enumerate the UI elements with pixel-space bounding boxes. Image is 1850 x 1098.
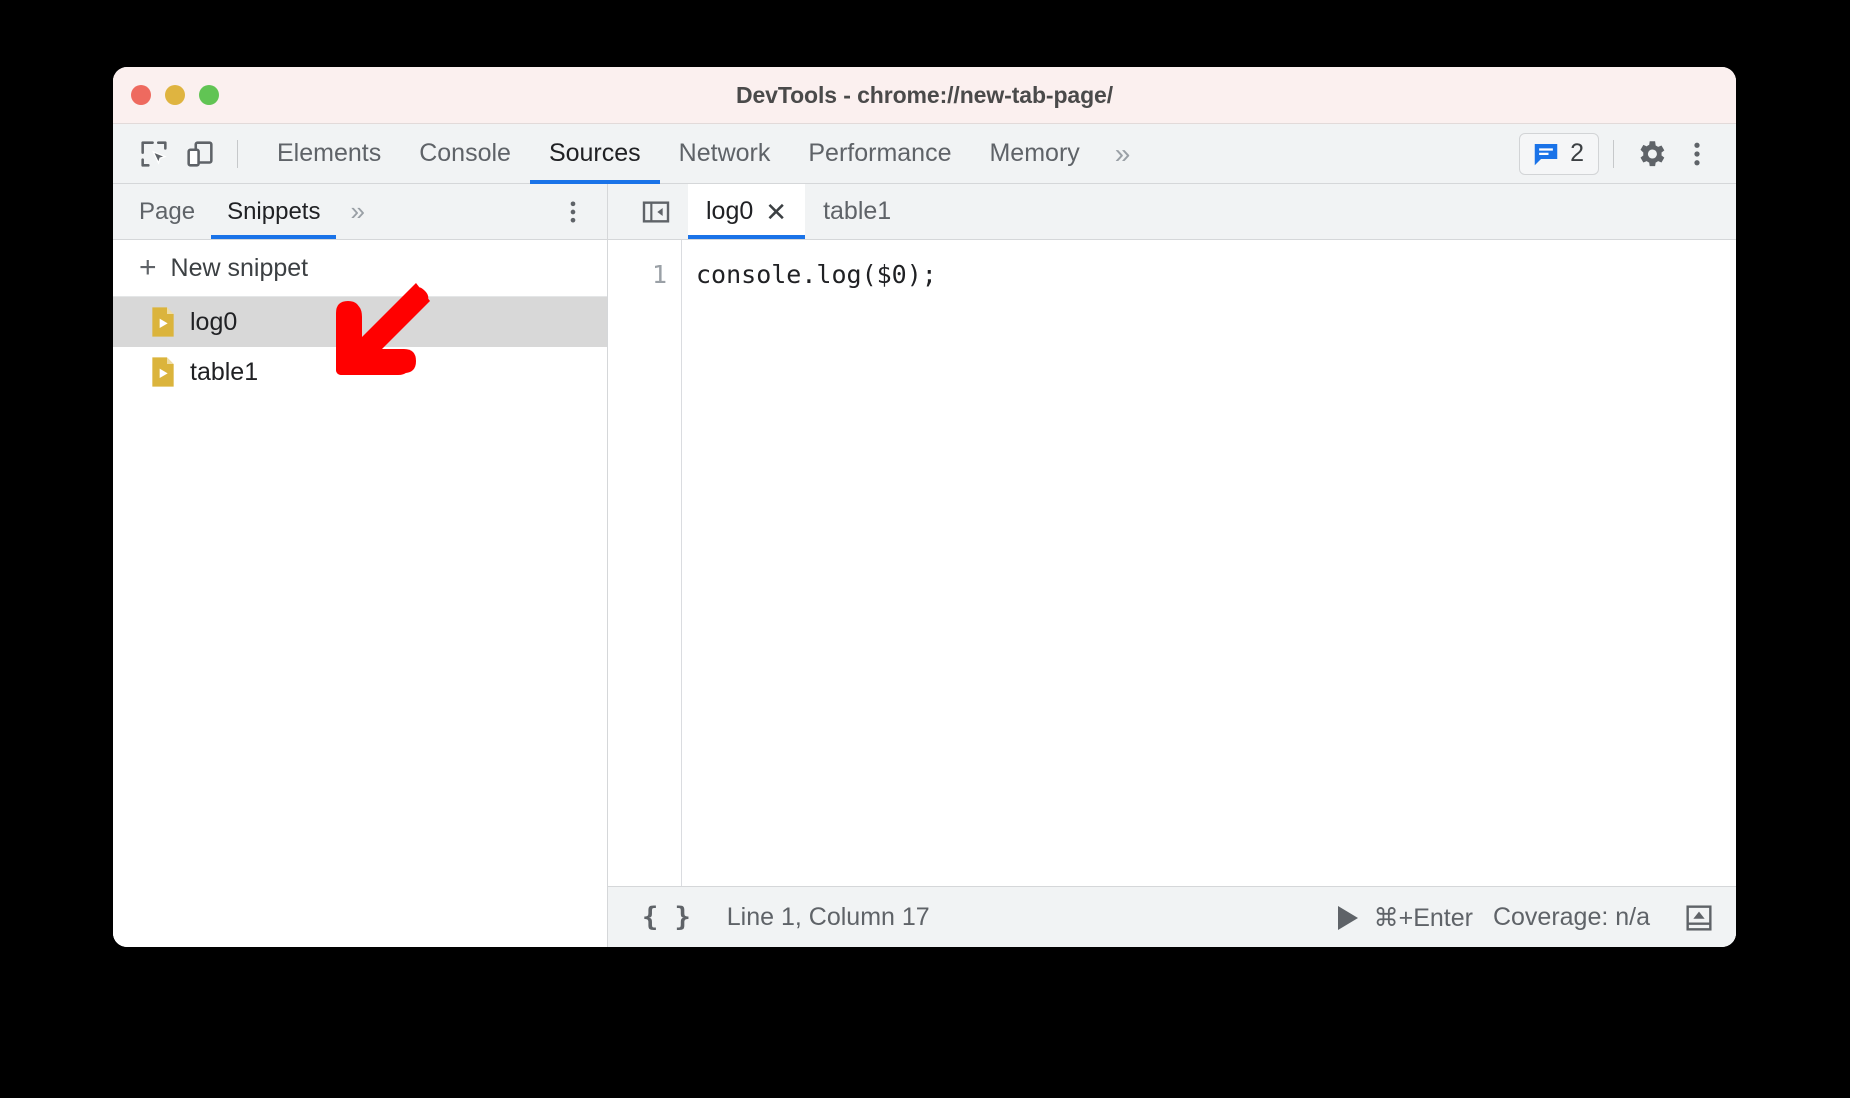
gear-icon[interactable] — [1628, 132, 1674, 176]
devtools-panel-tabs: Elements Console Sources Network Perform… — [258, 124, 1146, 184]
editor-tabbar: log0 ✕ table1 — [608, 184, 1736, 240]
tab-sources-label: Sources — [548, 139, 641, 167]
code-content[interactable]: console.log($0); — [682, 240, 1736, 886]
maximize-window-button[interactable] — [199, 85, 219, 105]
new-snippet-button[interactable]: + New snippet — [113, 240, 607, 297]
toolbar-right-group: 2 — [1519, 132, 1736, 176]
screenshot-canvas: DevTools - chrome://new-tab-page/ Elemen… — [0, 0, 1850, 1098]
nav-tab-page[interactable]: Page — [123, 184, 211, 239]
tab-performance-label: Performance — [808, 139, 952, 167]
tab-console-label: Console — [419, 139, 511, 167]
code-editor[interactable]: 1 console.log($0); — [608, 240, 1736, 886]
window-title-bar: DevTools - chrome://new-tab-page/ — [113, 67, 1736, 124]
window-title: DevTools - chrome://new-tab-page/ — [735, 81, 1114, 108]
tab-network-label: Network — [678, 139, 771, 167]
device-toolbar-icon[interactable] — [177, 132, 223, 176]
tab-elements[interactable]: Elements — [258, 124, 400, 184]
tab-elements-label: Elements — [277, 139, 382, 167]
navigator-sidebar: Page Snippets » + New snippet log0 table… — [113, 184, 608, 947]
traffic-lights — [131, 85, 219, 105]
collapse-sidebar-icon[interactable] — [624, 184, 688, 239]
line-number: 1 — [651, 260, 667, 289]
tab-network[interactable]: Network — [660, 124, 790, 184]
more-tabs-chevron-icon[interactable]: » — [1099, 124, 1147, 184]
coverage-label: Coverage: n/a — [1492, 903, 1650, 931]
close-icon[interactable]: ✕ — [765, 199, 787, 225]
tab-memory-label: Memory — [989, 139, 1080, 167]
tab-memory[interactable]: Memory — [970, 124, 1098, 184]
message-bubble-icon — [1534, 143, 1558, 165]
navigator-tabbar: Page Snippets » — [113, 184, 607, 240]
snippet-item-table1[interactable]: table1 — [113, 347, 607, 397]
editor-status-bar: { } Line 1, Column 17 ⌘+Enter Coverage: … — [608, 886, 1736, 947]
cursor-position-label: Line 1, Column 17 — [726, 903, 930, 931]
editor-tab-table1[interactable]: table1 — [805, 184, 909, 239]
message-count-badge[interactable]: 2 — [1519, 132, 1599, 175]
devtools-main-toolbar: Elements Console Sources Network Perform… — [113, 124, 1736, 184]
navigator-more-chevron-icon[interactable]: » — [336, 184, 378, 239]
snippet-script-icon — [152, 357, 174, 387]
nav-tab-snippets[interactable]: Snippets — [211, 184, 337, 239]
inspect-element-icon[interactable] — [131, 132, 177, 176]
nav-tab-snippets-label: Snippets — [227, 197, 321, 225]
close-window-button[interactable] — [131, 85, 151, 105]
new-snippet-label: New snippet — [170, 253, 309, 282]
snippet-script-icon — [152, 307, 174, 337]
navigator-three-dot-menu-icon[interactable] — [539, 184, 607, 239]
editor-pane: log0 ✕ table1 1 console.log($0); {} Lin… — [608, 184, 1736, 947]
snippet-name-log0: log0 — [190, 307, 238, 336]
plus-icon: + — [139, 251, 157, 284]
show-drawer-icon[interactable] — [1682, 901, 1716, 935]
minimize-window-button[interactable] — [165, 85, 185, 105]
pretty-print-icon[interactable]: { } — [642, 902, 691, 933]
toolbar-divider-right — [1613, 139, 1614, 168]
toolbar-divider — [237, 139, 238, 168]
status-bar-right-group: ⌘+Enter Coverage: n/a — [1337, 901, 1722, 935]
message-count-label: 2 — [1570, 139, 1584, 167]
run-shortcut-label: ⌘+Enter — [1373, 903, 1473, 932]
play-icon — [1337, 905, 1358, 930]
tab-console[interactable]: Console — [400, 124, 530, 184]
tab-performance[interactable]: Performance — [789, 124, 970, 184]
snippet-list: log0 table1 — [113, 297, 607, 947]
snippet-item-log0[interactable]: log0 — [113, 297, 607, 347]
editor-tab-table1-label: table1 — [823, 197, 892, 225]
devtools-window: DevTools - chrome://new-tab-page/ Elemen… — [113, 67, 1736, 947]
editor-tab-log0-label: log0 — [706, 197, 754, 225]
three-dot-menu-icon[interactable] — [1674, 132, 1720, 176]
run-snippet-button[interactable]: ⌘+Enter — [1337, 903, 1473, 933]
tab-sources[interactable]: Sources — [529, 124, 660, 184]
editor-tab-log0[interactable]: log0 ✕ — [688, 184, 806, 239]
snippet-name-table1: table1 — [190, 357, 259, 386]
nav-tab-page-label: Page — [139, 197, 196, 225]
code-line: console.log($0); — [696, 260, 937, 289]
line-number-gutter: 1 — [608, 240, 682, 886]
sources-panel-body: Page Snippets » + New snippet log0 table… — [113, 184, 1736, 947]
